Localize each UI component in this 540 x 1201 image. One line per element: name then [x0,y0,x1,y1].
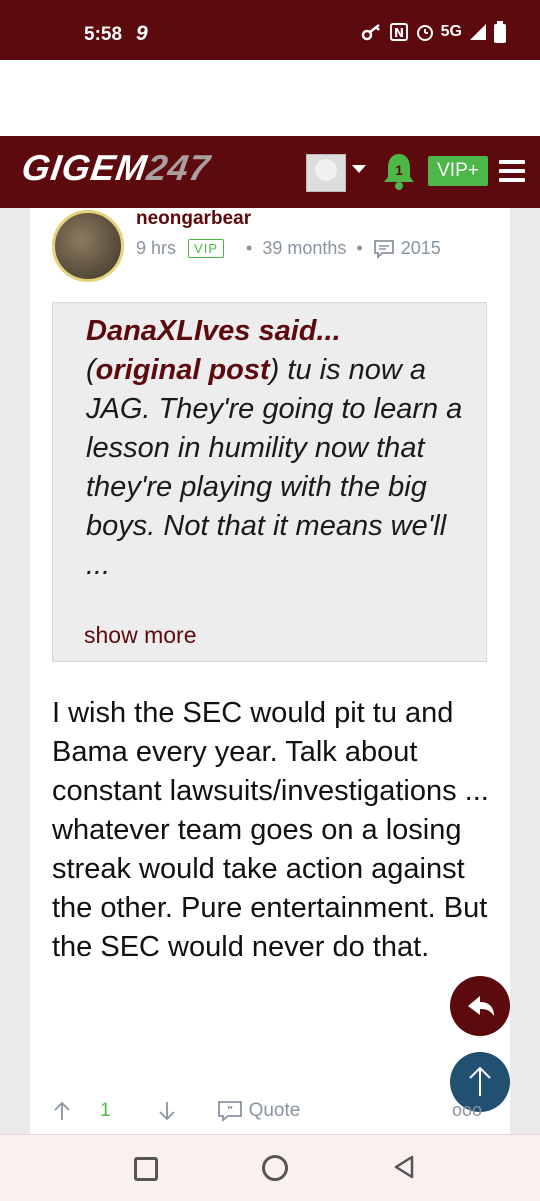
nfc-icon: N [389,23,408,41]
reply-icon [468,996,494,1016]
avatar-placeholder-icon [315,159,337,181]
blank-area [0,60,540,136]
chevron-down-icon[interactable] [352,165,366,173]
status-icons: N 5G [361,21,506,43]
alarm-icon [416,25,433,41]
separator-dot: • [356,238,363,258]
quote-button[interactable]: ” Quote [217,1100,301,1122]
quote-icon: ” [217,1101,242,1122]
post-time: 9 hrs [136,238,177,258]
notification-glyph: 9 [136,22,148,45]
svg-text:N: N [394,26,404,40]
key-icon [361,24,380,41]
logo-text: GIGEM [19,147,150,188]
post-count: 2015 [400,238,441,258]
vip-badge: VIP [188,239,224,258]
upvote-icon[interactable] [52,1100,72,1122]
svg-text:”: ” [226,1105,233,1116]
separator-dot: • [246,238,253,258]
vote-count: 1 [100,1100,111,1121]
notification-count: 1 [395,162,403,178]
quote-label: Quote [248,1100,301,1121]
post-body: I wish the SEC would pit tu and Bama eve… [52,697,489,963]
notification-bell-icon[interactable]: 1 [380,151,418,191]
site-logo[interactable]: GIGEM247 [19,147,213,189]
quote-body: tu is now a JAG. They're going to learn … [86,354,463,581]
quote-link-close: ) [269,354,280,386]
quote-text: DanaXLIves said... (original post) tu is … [86,312,466,585]
quote-author[interactable]: DanaXLIves said... [86,315,341,347]
recent-apps-button[interactable] [134,1157,158,1181]
post-meta: 9 hrs VIP • 39 months • 2015 [136,238,441,259]
username[interactable]: neongarbear [136,208,251,230]
back-button[interactable] [392,1154,418,1180]
network-type: 5G [440,23,462,40]
comment-icon [373,239,394,259]
member-tenure: 39 months [262,238,347,258]
vip-plus-button[interactable]: VIP+ [428,156,488,186]
status-bar: 5:58 9 N 5G [0,0,540,60]
logo-number: 247 [144,147,214,188]
quote-link-open: ( [86,354,96,386]
show-more-link[interactable]: show more [84,622,196,649]
signal-icon [470,24,486,40]
post-actions: 1 ” Quote [52,1096,300,1126]
more-options-icon[interactable]: ooo [452,1100,482,1121]
account-avatar[interactable] [306,154,346,192]
original-post-link[interactable]: original post [96,354,270,386]
status-time: 5:58 [84,24,123,45]
downvote-icon[interactable] [157,1100,177,1122]
reply-button[interactable] [450,976,510,1036]
user-avatar[interactable] [52,210,124,282]
battery-icon [494,21,506,43]
home-button[interactable] [262,1155,288,1181]
hamburger-menu-icon[interactable] [499,160,525,182]
